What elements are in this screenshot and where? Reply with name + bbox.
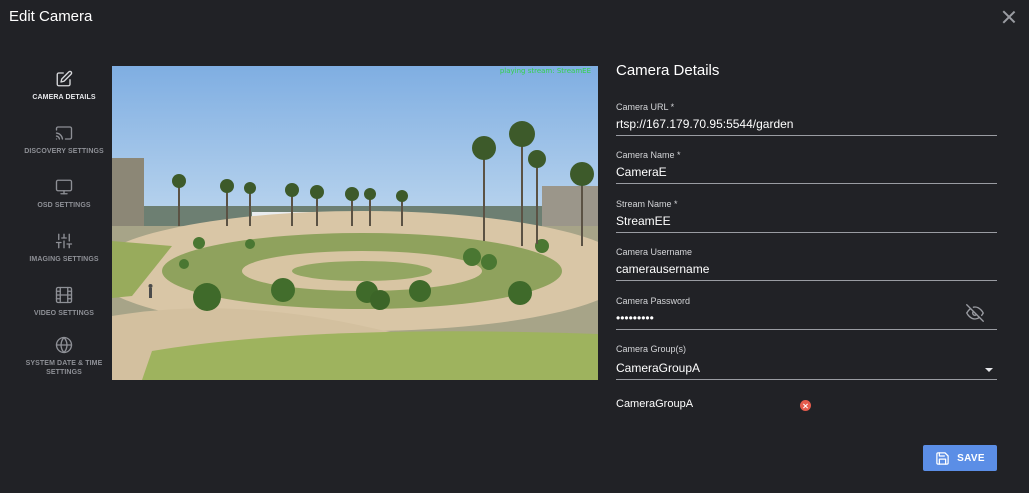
form-title: Camera Details xyxy=(616,62,720,79)
sidebar-item-label: IMAGING SETTINGS xyxy=(29,256,99,263)
stream-name-label: Stream Name * xyxy=(616,199,678,209)
eye-off-icon[interactable] xyxy=(965,304,985,322)
monitor-icon xyxy=(55,179,73,195)
camera-groups-select[interactable]: Camera Group(s) CameraGroupA xyxy=(616,344,997,380)
sidebar-item-osd-settings[interactable]: OSD SETTINGS xyxy=(0,178,128,210)
save-icon xyxy=(936,451,949,465)
stream-status-overlay: playing stream: StreamEE xyxy=(499,67,591,75)
camera-groups-label: Camera Group(s) xyxy=(616,344,687,354)
close-icon[interactable] xyxy=(1001,9,1017,25)
camera-username-field[interactable]: Camera Username camerausername xyxy=(616,247,997,281)
camera-password-input[interactable]: ••••••••• xyxy=(616,311,997,325)
camera-stream-preview: playing stream: StreamEE xyxy=(112,66,598,380)
edit-icon xyxy=(56,70,73,87)
selected-group-label: CameraGroupA xyxy=(616,398,694,410)
camera-name-input[interactable]: CameraE xyxy=(616,165,997,179)
sidebar-item-label: CAMERA DETAILS xyxy=(32,94,96,101)
camera-name-label: Camera Name * xyxy=(616,150,681,160)
camera-username-input[interactable]: camerausername xyxy=(616,262,997,276)
camera-url-input[interactable]: rtsp://167.179.70.95:5544/garden xyxy=(616,117,997,131)
remove-group-icon[interactable] xyxy=(800,400,811,411)
globe-icon xyxy=(55,336,73,354)
cast-icon xyxy=(55,126,73,140)
save-button[interactable]: SAVE xyxy=(923,445,997,471)
edit-camera-dialog: Edit Camera CAMERA DETAILS DISCOVERY SET… xyxy=(0,0,1029,493)
sidebar-item-system-date-time-settings[interactable]: SYSTEM DATE & TIME SETTINGS xyxy=(0,336,128,377)
sidebar-item-discovery-settings[interactable]: DISCOVERY SETTINGS xyxy=(0,124,128,156)
camera-password-label: Camera Password xyxy=(616,296,691,306)
sidebar-item-label: SYSTEM DATE & TIME SETTINGS xyxy=(25,360,103,376)
save-button-label: SAVE xyxy=(957,452,985,464)
sidebar-item-label: OSD SETTINGS xyxy=(37,202,91,209)
sliders-icon xyxy=(55,233,73,249)
stream-frame-image xyxy=(112,66,598,380)
camera-url-label: Camera URL * xyxy=(616,102,675,112)
stream-name-field[interactable]: Stream Name * StreamEE xyxy=(616,199,997,233)
chevron-down-icon[interactable] xyxy=(985,368,993,372)
stream-name-input[interactable]: StreamEE xyxy=(616,214,997,228)
sidebar-item-label: VIDEO SETTINGS xyxy=(33,310,95,317)
sidebar-item-video-settings[interactable]: VIDEO SETTINGS xyxy=(0,286,128,318)
camera-username-label: Camera Username xyxy=(616,247,693,257)
sidebar-item-imaging-settings[interactable]: IMAGING SETTINGS xyxy=(0,232,128,264)
sidebar-item-label: DISCOVERY SETTINGS xyxy=(24,148,104,155)
camera-name-field[interactable]: Camera Name * CameraE xyxy=(616,150,997,184)
sidebar-item-camera-details[interactable]: CAMERA DETAILS xyxy=(0,70,128,102)
camera-groups-value[interactable]: CameraGroupA xyxy=(616,361,997,375)
camera-url-field[interactable]: Camera URL * rtsp://167.179.70.95:5544/g… xyxy=(616,102,997,136)
camera-password-field[interactable]: Camera Password ••••••••• xyxy=(616,296,997,330)
film-icon xyxy=(55,286,73,304)
dialog-title: Edit Camera xyxy=(9,8,93,25)
camera-details-form: Camera Details Camera URL * rtsp://167.1… xyxy=(616,62,997,411)
